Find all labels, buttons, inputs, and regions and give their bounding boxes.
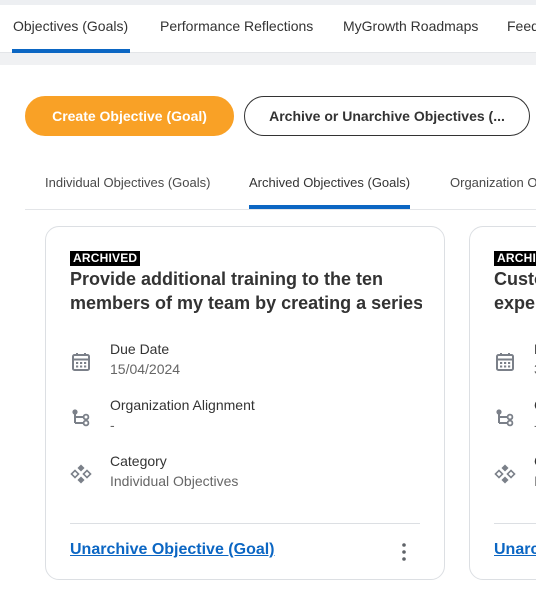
objectives-page: Objectives (Goals) Performance Reflectio… [0, 0, 536, 597]
objective-title-line: Custo [494, 269, 536, 289]
subtab-organization-objectives-label: Organization O [450, 175, 536, 190]
category-field: C I [494, 453, 536, 493]
tab-mygrowth-roadmaps-label: MyGrowth Roadmaps [343, 18, 479, 34]
due-date-field: D 3 [494, 341, 536, 381]
active-subtab-indicator [249, 205, 410, 209]
header-band [0, 53, 536, 65]
calendar-icon [496, 353, 514, 371]
archive-objectives-button-label: Archive or Unarchive Objectives (... [269, 108, 505, 124]
card-divider [494, 523, 536, 524]
category-icon [70, 464, 92, 484]
calendar-icon [72, 353, 90, 371]
organization-alignment-value: - [110, 417, 115, 433]
due-date-label: Due Date [110, 341, 170, 357]
objective-card: ARCHI Custo exper D 3 [469, 226, 536, 580]
archived-badge: ARCHIVED [70, 251, 141, 266]
tab-objectives-goals-label: Objectives (Goals) [13, 18, 129, 34]
subtab-individual-objectives[interactable]: Individual Objectives (Goals) [45, 160, 210, 209]
objective-title-line: exper [494, 293, 536, 313]
organization-alignment-label: Organization Alignment [110, 397, 255, 413]
create-objective-button[interactable]: Create Objective (Goal) [25, 96, 234, 136]
sub-tab-bar: Individual Objectives (Goals) Archived O… [25, 160, 536, 210]
category-icon [494, 464, 516, 484]
objective-title-line: members of my team by creating a series.… [70, 293, 422, 313]
objective-title: Custo exper [494, 267, 536, 315]
objective-title-line: Provide additional training to the ten [70, 269, 384, 289]
more-vertical-icon[interactable] [394, 541, 414, 563]
tab-performance-reflections-label: Performance Reflections [160, 18, 314, 34]
tab-objectives-goals[interactable]: Objectives (Goals) [12, 5, 131, 53]
hierarchy-icon [72, 409, 90, 427]
archive-objectives-button[interactable]: Archive or Unarchive Objectives (... [244, 96, 530, 136]
organization-alignment-field: Organization Alignment - [70, 397, 410, 437]
subtab-archived-objectives[interactable]: Archived Objectives (Goals) [249, 160, 410, 209]
due-date-field: Due Date 15/04/2024 [70, 341, 410, 381]
card-divider [70, 523, 420, 524]
unarchive-objective-link[interactable]: Unarc [494, 541, 536, 559]
tab-performance-reflections[interactable]: Performance Reflections [160, 5, 313, 53]
tab-mygrowth-roadmaps[interactable]: MyGrowth Roadmaps [343, 5, 478, 53]
category-value: Individual Objectives [110, 473, 239, 489]
tab-feed[interactable]: Feed [507, 5, 536, 53]
subtab-organization-objectives[interactable]: Organization O [450, 160, 536, 209]
subtab-archived-objectives-label: Archived Objectives (Goals) [249, 175, 411, 190]
category-field: Category Individual Objectives [70, 453, 410, 493]
objective-title: Provide additional training to the ten m… [70, 267, 422, 315]
due-date-value: 15/04/2024 [110, 361, 181, 377]
archived-badge: ARCHI [494, 251, 536, 266]
unarchive-objective-link[interactable]: Unarchive Objective (Goal) [70, 541, 275, 559]
hierarchy-icon [496, 409, 514, 427]
create-objective-button-label: Create Objective (Goal) [52, 108, 207, 124]
tab-feed-label: Feed [507, 18, 536, 34]
category-label: Category [110, 453, 167, 469]
objective-card: ARCHIVED Provide additional training to … [45, 226, 445, 580]
top-tab-bar: Objectives (Goals) Performance Reflectio… [0, 5, 536, 53]
subtab-individual-objectives-label: Individual Objectives (Goals) [45, 175, 211, 190]
organization-alignment-field: C - [494, 397, 536, 437]
